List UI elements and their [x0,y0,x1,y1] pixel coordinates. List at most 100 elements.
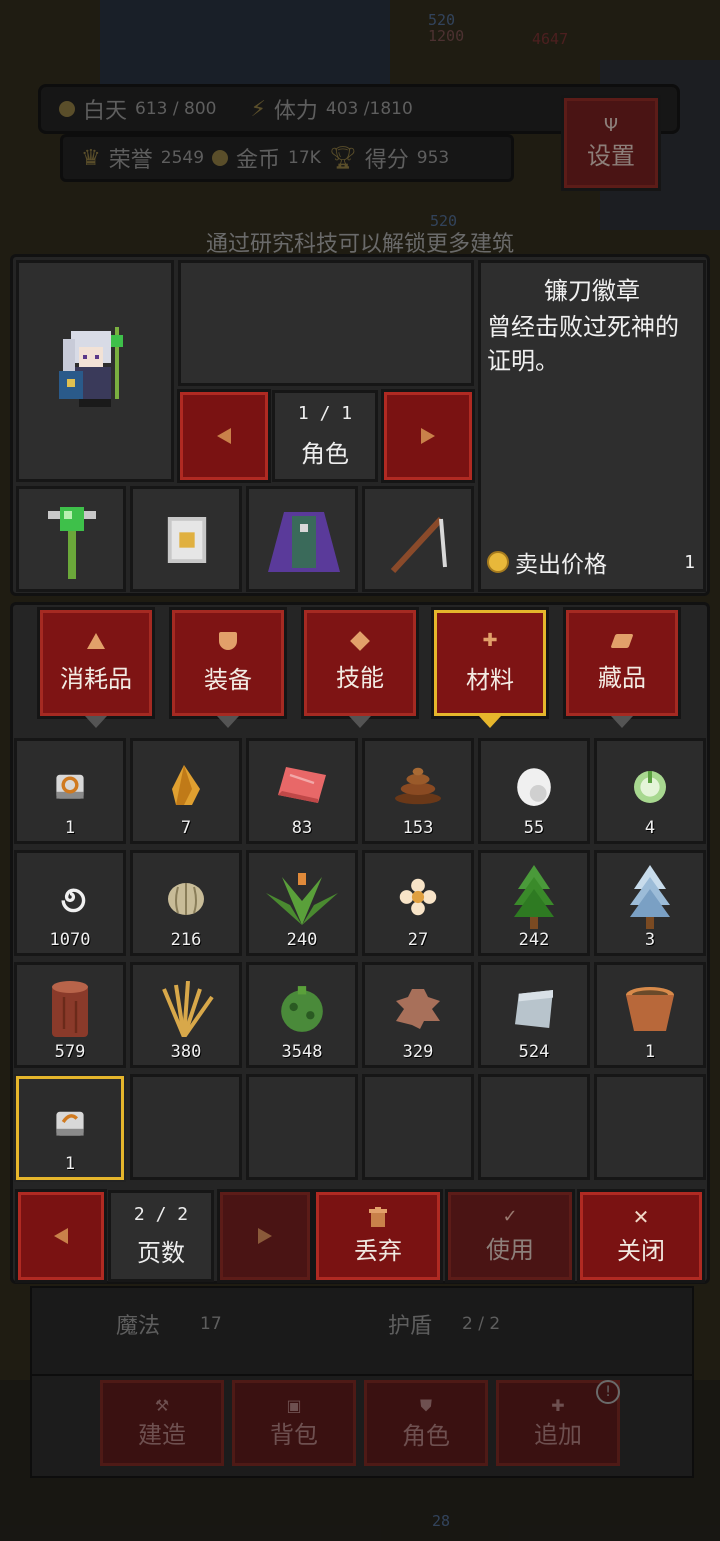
character-next-button[interactable] [381,389,475,483]
item-slot[interactable]: 1070 [14,850,126,956]
shield-icon [219,631,237,650]
item-slot-empty[interactable] [130,1074,242,1180]
leaf-icon [610,633,634,648]
tab-equipment[interactable]: 装备 [169,607,287,719]
log-icon [52,981,88,1037]
diamond-icon [350,630,370,651]
tab-label: 技能 [336,663,384,692]
trophy-icon: 🏆︎ [328,145,357,171]
honor-label: 荣誉 [108,148,153,173]
score-label: 得分 [364,148,409,173]
equip-slot-weapon[interactable] [16,486,126,592]
sell-price-row: 卖出价格 1 [487,545,695,579]
tab-indicator [85,716,107,728]
item-slot[interactable]: 55 [478,738,590,844]
item-slot[interactable]: 83 [246,738,358,844]
item-count: 27 [407,930,429,950]
add-label: 追加 [534,1421,582,1449]
tab-indicator [217,716,239,728]
item-slot[interactable]: 7 [130,738,242,844]
tab-indicator [611,716,633,728]
tab-label: 消耗品 [60,664,132,693]
item-slot[interactable]: 579 [14,962,126,1068]
snow-tree-icon [630,865,670,929]
character-nav-button[interactable]: ⛊ 角色 [364,1380,488,1466]
item-slot[interactable]: 216 [130,850,242,956]
item-slot[interactable]: 3548 [246,962,358,1068]
item-slot-empty[interactable] [478,1074,590,1180]
gold-coin-icon [487,551,509,573]
gold-coin-icon [212,150,229,166]
equip-slot-trinket[interactable] [362,486,474,592]
flower-icon [399,878,437,916]
shield-label: 护盾 [388,1314,433,1339]
crown-icon: ♛ [81,145,101,171]
shield-icon: ⛊ [419,1395,432,1415]
scroll-book-icon [167,517,207,563]
item-count: 1 [644,1042,656,1062]
bag-label: 背包 [270,1421,318,1449]
bush-icon [281,986,323,1032]
material-icon: ✚ [482,629,498,651]
item-slot[interactable]: 524 [478,962,590,1068]
equip-slot-armor[interactable] [246,486,358,592]
scythe-badge-icon [56,1111,84,1136]
tab-materials[interactable]: ✚ 材料 [431,607,549,719]
day-value: 613 / 800 [135,99,217,119]
plus-icon: ✚ [551,1396,565,1415]
page-prev-button[interactable] [15,1189,107,1283]
item-slot[interactable]: 3 [594,850,706,956]
item-slot[interactable]: 380 [130,962,242,1068]
item-count: 55 [523,818,545,838]
item-slot-empty[interactable] [246,1074,358,1180]
item-slot-empty[interactable] [362,1074,474,1180]
item-detail-panel: 镰刀徽章 曾经击败过死神的证明。 卖出价格 1 [478,260,706,592]
item-slot[interactable]: 240 [246,850,358,956]
character-preview-area [178,260,474,386]
equip-slot-accessory[interactable] [130,486,242,592]
honor-value: 2549 [160,148,205,168]
settings-button[interactable]: Ψ 设置 [561,95,661,191]
tab-skills[interactable]: 技能 [301,607,419,719]
item-slot[interactable]: 4 [594,738,706,844]
item-count: 524 [518,1042,550,1062]
page-indicator: 2 / 2 页数 [108,1190,214,1282]
tab-label: 材料 [466,665,514,694]
character-label: 角色 [301,440,349,468]
meat-icon [278,767,326,803]
tab-indicator [349,716,371,728]
item-slot-empty[interactable] [594,1074,706,1180]
tab-label: 装备 [204,665,252,694]
stamina-label: 体力 [273,99,318,124]
arrow-left-icon [217,428,231,444]
page-next-button[interactable] [217,1189,313,1283]
item-slot[interactable]: 27 [362,850,474,956]
score-value: 953 [416,148,450,168]
item-slot[interactable]: 153 [362,738,474,844]
build-button[interactable]: ⚒ 建造 [100,1380,224,1466]
item-count: 7 [180,818,192,838]
tab-label: 藏品 [598,663,646,692]
character-prev-button[interactable] [177,389,271,483]
item-slot-selected[interactable]: 1 [14,1074,126,1182]
wrench-icon: Ψ [603,115,619,136]
item-count: 3 [644,930,656,950]
item-slot[interactable]: 1 [594,962,706,1068]
item-slot[interactable]: 1 [14,738,126,844]
use-button[interactable]: ✓ 使用 [445,1189,575,1283]
cabbage-icon [634,771,666,803]
item-slot[interactable]: 242 [478,850,590,956]
item-slot[interactable]: 329 [362,962,474,1068]
shield-value: 2 / 2 [462,1314,501,1334]
discard-button[interactable]: 丢弃 [313,1189,443,1283]
spiral-icon [61,888,86,913]
tab-collection[interactable]: 藏品 [563,607,681,719]
item-description: 曾经击败过死神的证明。 [487,313,679,375]
notification-badge-icon: ! [596,1380,620,1404]
tab-consumables[interactable]: 消耗品 [37,607,155,719]
onion-icon [168,883,204,915]
close-button[interactable]: ✕ 关闭 [577,1189,705,1283]
bag-button[interactable]: ▣ 背包 [232,1380,356,1466]
magic-value: 17 [200,1314,222,1334]
shield-stat-row: 护盾 2 / 2 [388,1308,500,1340]
